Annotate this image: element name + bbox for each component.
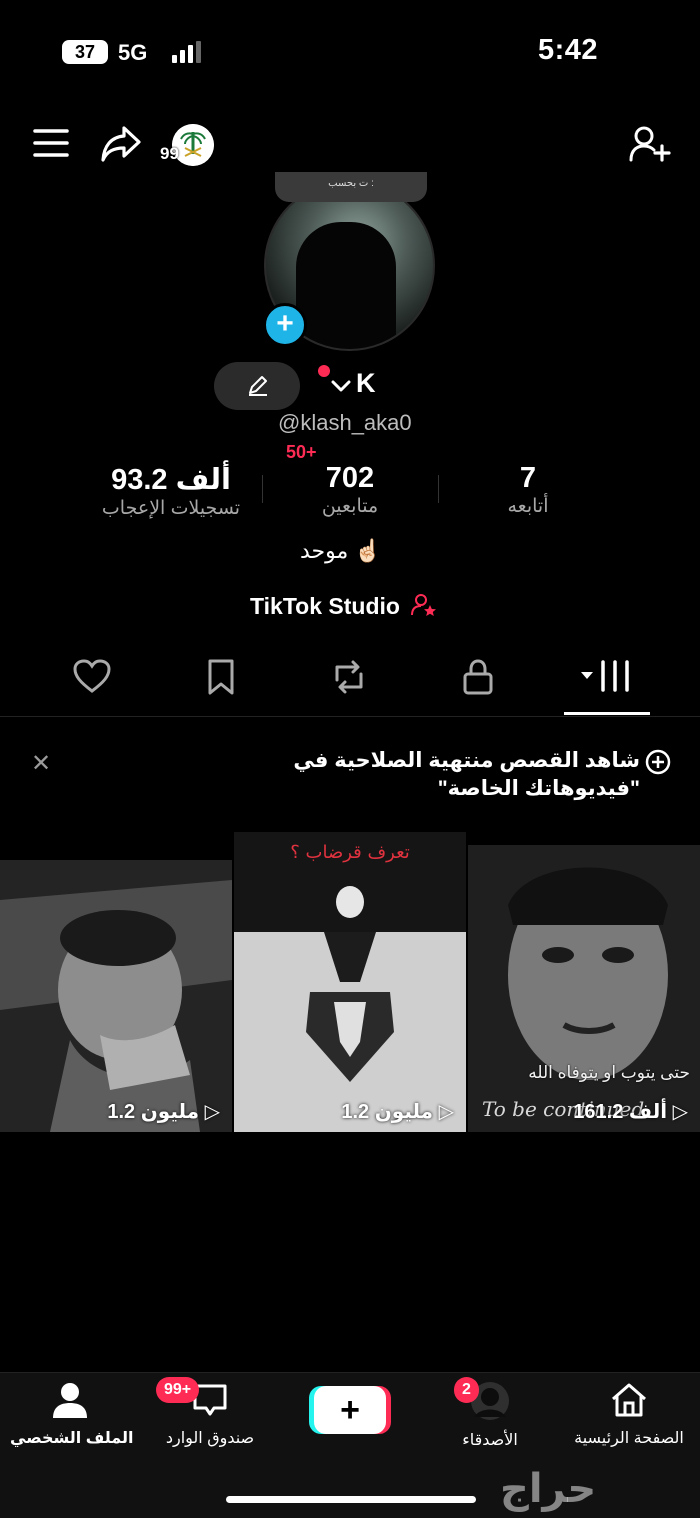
following-label: أتابعه xyxy=(507,496,549,517)
watermark: حراج xyxy=(500,1467,597,1511)
chevron-down-icon[interactable] xyxy=(330,378,352,399)
create-button[interactable]: + xyxy=(314,1386,386,1434)
video-thumbnail[interactable]: 1.2 مليون ▷ xyxy=(0,860,232,1132)
share-icon[interactable] xyxy=(100,124,142,169)
home-indicator xyxy=(226,1496,476,1503)
nav-profile-label: الملف الشخصي xyxy=(10,1430,134,1447)
active-tab-indicator xyxy=(564,712,650,715)
expired-stories-notice[interactable]: شاهد القصص منتهية الصلاحية في "فيديوهاتك… xyxy=(230,747,640,803)
following-count: 7 xyxy=(519,462,537,494)
tab-reposts[interactable] xyxy=(321,658,377,704)
status-time: 5:42 xyxy=(538,34,599,66)
tab-videos[interactable] xyxy=(578,658,636,704)
video-thumbnail[interactable]: تعرف قرضاب ؟ 1.2 مليون ▷ xyxy=(234,832,466,1132)
view-count: 1.2 مليون ▷ xyxy=(341,1101,454,1123)
followers-count: 702 xyxy=(325,462,375,494)
nav-inbox[interactable]: صندوق الوارد 99+ xyxy=(156,1377,260,1448)
profile-bio: موحد ☝🏻 xyxy=(300,538,382,563)
stat-likes[interactable]: 93.2 ألف تسجيلات الإعجاب xyxy=(80,462,262,520)
menu-icon[interactable] xyxy=(33,128,69,163)
profile-handle: @klash_aka0 xyxy=(278,410,412,435)
new-followers-badge: 50+ xyxy=(286,442,317,462)
creator-star-icon xyxy=(411,594,437,616)
view-count: 161.2 ألف ▷ xyxy=(573,1101,688,1123)
bookmark-icon xyxy=(208,659,234,695)
profile-name: K xyxy=(356,368,376,398)
add-story-button[interactable]: + xyxy=(263,303,307,347)
network-label: 5G xyxy=(118,40,148,65)
tiktok-studio-link[interactable]: TikTok Studio xyxy=(250,593,438,620)
stat-followers[interactable]: 702 متابعين xyxy=(284,462,416,518)
tab-favorites[interactable] xyxy=(193,658,249,704)
video-overlay-text: حتى يتوب او يتوفاه الله xyxy=(528,1063,690,1082)
nav-home-label: الصفحة الرئيسية xyxy=(574,1430,684,1447)
edit-profile-button[interactable] xyxy=(214,362,300,410)
nav-friends[interactable]: الأصدقاء 2 xyxy=(454,1377,526,1450)
signal-icon xyxy=(172,41,202,63)
close-icon[interactable]: ✕ xyxy=(31,752,51,776)
videos-grid-icon xyxy=(581,660,629,692)
nav-friends-label: الأصدقاء xyxy=(462,1432,518,1449)
video-overlay-text: تعرف قرضاب ؟ xyxy=(290,842,410,863)
followers-label: متابعين xyxy=(321,496,379,517)
battery-indicator: 37 xyxy=(62,40,108,64)
inbox-badge: 99+ xyxy=(156,1377,200,1403)
friends-badge: 2 xyxy=(454,1377,479,1403)
nav-home[interactable]: الصفحة الرئيسية xyxy=(568,1381,690,1448)
repost-icon xyxy=(335,660,363,694)
profile-icon xyxy=(53,1383,87,1418)
pencil-icon xyxy=(249,376,267,396)
nav-inbox-label: صندوق الوارد xyxy=(165,1430,255,1447)
view-count: 1.2 مليون ▷ xyxy=(107,1101,220,1123)
badge-avatar[interactable]: 99 xyxy=(160,124,214,168)
lock-icon xyxy=(463,659,493,695)
studio-label: TikTok Studio xyxy=(250,593,400,619)
home-icon xyxy=(612,1383,646,1417)
stat-divider xyxy=(262,475,263,503)
stat-following[interactable]: 7 أتابعه xyxy=(460,462,596,518)
tab-separator xyxy=(0,716,700,717)
notification-dot xyxy=(318,365,330,377)
heart-icon xyxy=(73,659,111,693)
stat-divider xyxy=(438,475,439,503)
video-thumbnail[interactable]: حتى يتوب او يتوفاه الله To be continued … xyxy=(468,845,700,1132)
likes-label: تسجيلات الإعجاب xyxy=(101,498,241,519)
nav-profile[interactable]: الملف الشخصي xyxy=(10,1381,134,1448)
avatar-tag: ت بحسب : xyxy=(275,172,427,202)
likes-count: 93.2 ألف xyxy=(111,464,231,496)
tab-liked[interactable] xyxy=(64,658,120,704)
story-plus-icon xyxy=(644,748,672,781)
add-friend-icon[interactable] xyxy=(628,124,672,169)
tab-private[interactable] xyxy=(450,658,506,704)
create-label: + xyxy=(340,1391,360,1429)
badge-count: 99 xyxy=(160,144,179,163)
